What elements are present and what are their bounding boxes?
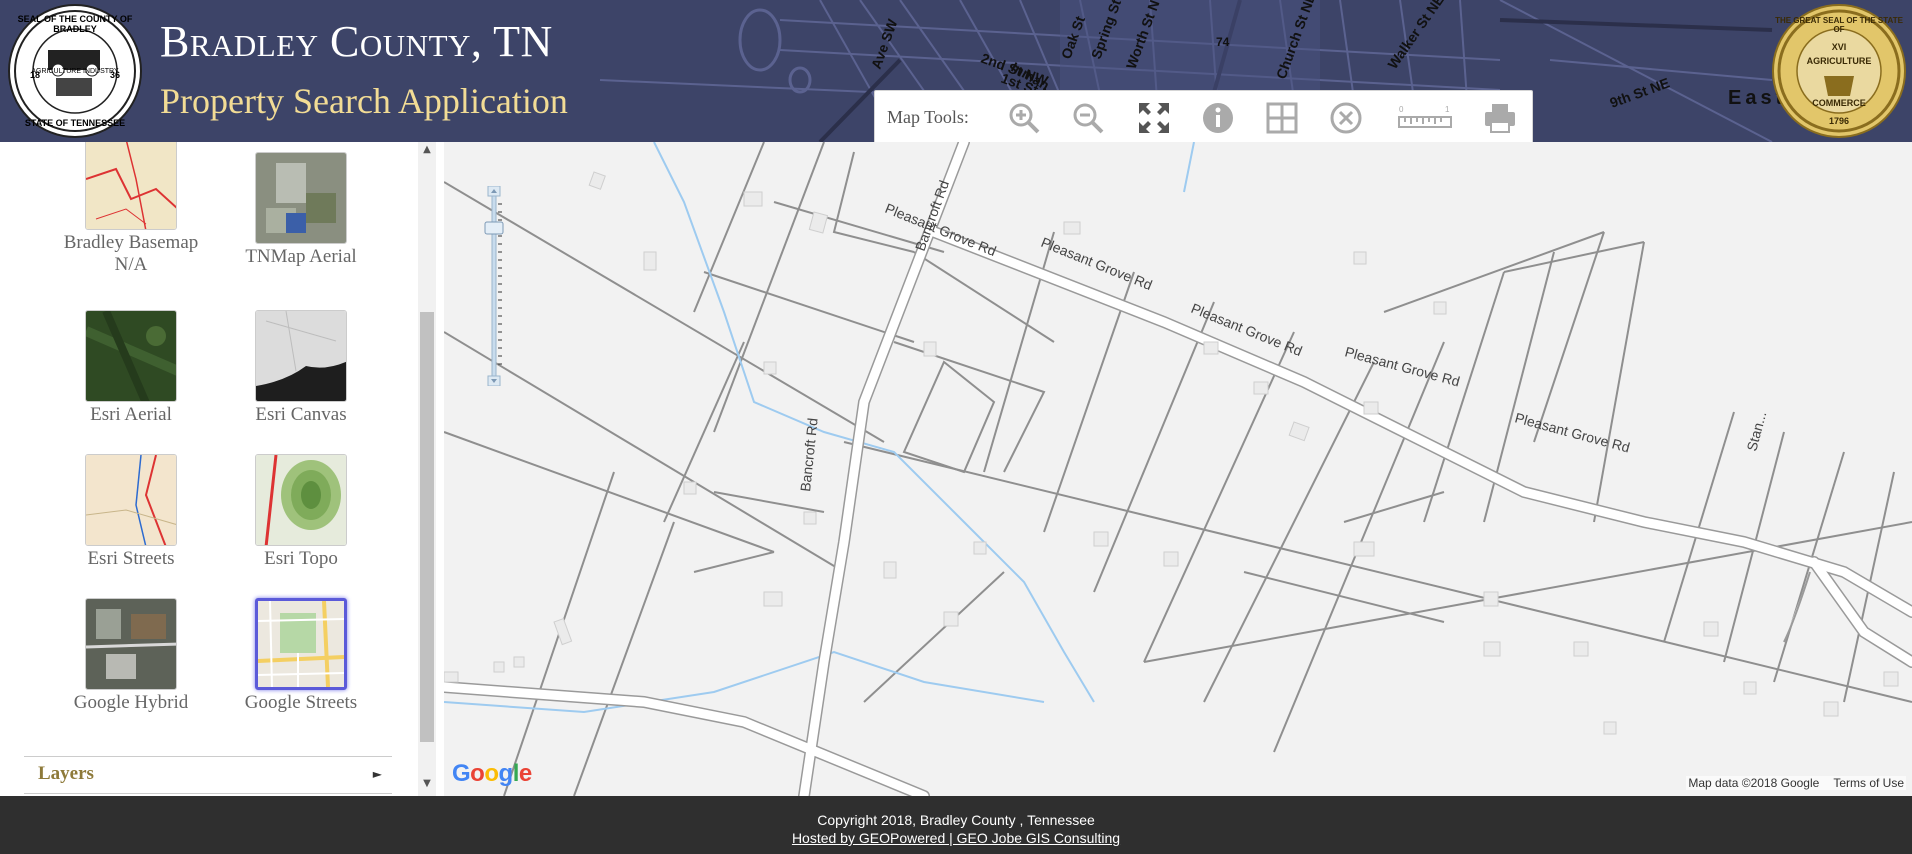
basemap-label: Bradley Basemap N/A xyxy=(63,232,199,275)
print-icon xyxy=(1485,104,1515,133)
seal-top-text: THE GREAT SEAL OF THE STATE OF xyxy=(1775,16,1903,34)
zoom-out-icon xyxy=(1073,103,1104,134)
app-header: 2nd St NW 1st St NW Oak St Spring St Wor… xyxy=(0,0,1912,142)
identify-icon xyxy=(1203,103,1233,133)
header-street-label: 9th St NE xyxy=(1608,74,1672,110)
layers-label: Layers xyxy=(38,763,94,784)
sidebar-scrollbar[interactable]: ▲ ▼ xyxy=(418,142,436,796)
basemap-panel: Bradley Basemap N/A TNMap Aerial Esri Ae… xyxy=(0,142,420,796)
map-data-credit: Map data ©2018 Google xyxy=(1688,776,1820,790)
basemap-label: Esri Streets xyxy=(87,548,175,569)
layers-panel-header[interactable]: Layers ► xyxy=(24,756,392,794)
scroll-down-arrow-icon[interactable]: ▼ xyxy=(418,778,436,792)
zoom-in-button[interactable] xyxy=(1007,101,1041,135)
basemap-esri-streets[interactable]: Esri Streets xyxy=(56,454,206,570)
basemap-label: Esri Topo xyxy=(264,548,338,569)
basemap-thumbnail xyxy=(85,310,177,402)
basemap-label: Google Streets xyxy=(244,692,358,713)
basemap-bradley[interactable]: Bradley Basemap N/A xyxy=(56,142,206,276)
basemap-thumbnail xyxy=(85,598,177,690)
basemap-thumbnail xyxy=(255,598,347,690)
basemap-thumbnail xyxy=(255,310,347,402)
copyright-text: Copyright 2018, Bradley County , Tenness… xyxy=(817,812,1095,828)
terms-of-use-link[interactable]: Terms of Use xyxy=(1833,776,1904,790)
state-seal-logo: THE GREAT SEAL OF THE STATE OF XVI AGRIC… xyxy=(1772,4,1906,138)
basemap-label: Esri Aerial xyxy=(90,404,172,425)
page-subtitle: Property Search Application xyxy=(160,81,568,121)
seal-bottom-text: STATE OF TENNESSEE xyxy=(24,118,126,128)
measure-icon: 01 xyxy=(1398,105,1452,128)
full-extent-button[interactable] xyxy=(1137,101,1171,135)
seal-center-text: AGRICULTURE xyxy=(1806,56,1872,66)
scroll-up-arrow-icon[interactable]: ▲ xyxy=(418,144,436,158)
road-label: Bancroft Rd xyxy=(797,417,821,492)
basemap-esri-aerial[interactable]: Esri Aerial xyxy=(56,310,206,426)
basemap-thumbnail xyxy=(255,152,347,244)
expand-arrow-icon: ► xyxy=(372,767,382,781)
full-extent-icon xyxy=(1139,103,1169,133)
measure-tick-0: 0 xyxy=(1399,105,1404,114)
basemap-thumbnail xyxy=(255,454,347,546)
page-title: Bradley County, TN xyxy=(160,17,553,66)
google-logo-letter: g xyxy=(498,760,514,787)
basemap-google-hybrid[interactable]: Google Hybrid xyxy=(56,598,206,714)
county-seal-logo: SEAL OF THE COUNTY OF BRADLEY AGRICULTUR… xyxy=(8,4,142,138)
basemap-thumbnail xyxy=(85,142,177,230)
identify-button[interactable] xyxy=(1201,101,1235,135)
hosted-by-link[interactable]: Hosted by GEOPowered | GEO Jobe GIS Cons… xyxy=(0,830,1912,846)
map-tools-label: Map Tools: xyxy=(887,107,969,127)
seal-year: 1796 xyxy=(1828,116,1850,126)
map-canvas[interactable]: Bancroft Rd Pleasant Grove Rd Pleasant G… xyxy=(444,142,1912,796)
google-logo-letter: e xyxy=(518,760,532,787)
scrollbar-thumb[interactable] xyxy=(420,312,434,742)
measure-button[interactable]: 01 xyxy=(1397,101,1453,135)
google-logo-letter: o xyxy=(470,760,485,787)
basemap-google-streets[interactable]: Google Streets xyxy=(226,598,376,714)
clear-icon xyxy=(1330,102,1362,134)
google-logo-letter: o xyxy=(484,760,499,787)
page-footer: Copyright 2018, Bradley County , Tenness… xyxy=(0,796,1912,854)
panel-divider xyxy=(436,142,444,796)
map-view[interactable]: Bancroft Rd Pleasant Grove Rd Pleasant G… xyxy=(444,142,1912,796)
basemap-label: TNMap Aerial xyxy=(245,246,357,267)
basemap-label: Esri Canvas xyxy=(255,404,347,425)
google-logo-letter: G xyxy=(452,760,471,787)
zoom-out-button[interactable] xyxy=(1071,101,1105,135)
basemap-esri-topo[interactable]: Esri Topo xyxy=(226,454,376,570)
select-parcel-button[interactable] xyxy=(1265,101,1299,135)
zoom-slider[interactable] xyxy=(484,186,504,386)
google-logo: Google xyxy=(452,760,532,788)
measure-tick-1: 1 xyxy=(1445,105,1450,114)
zoom-in-icon xyxy=(1009,103,1040,134)
header-street-label: Walker St NE xyxy=(1384,0,1447,72)
route-shield-label: 74 xyxy=(1216,35,1230,49)
print-button[interactable] xyxy=(1483,101,1517,135)
seal-numeral: XVI xyxy=(1831,42,1847,52)
zoom-slider-handle[interactable] xyxy=(484,221,504,235)
basemap-thumbnail xyxy=(85,454,177,546)
map-attribution: Map data ©2018 Google Terms of Use xyxy=(1686,776,1906,790)
seal-bottom-text: COMMERCE xyxy=(1812,98,1866,108)
seal-top-text: SEAL OF THE COUNTY OF BRADLEY xyxy=(17,14,133,34)
seal-year-right: 36 xyxy=(109,70,120,80)
map-tools-toolbar: Map Tools: 01 xyxy=(874,90,1533,142)
basemap-label: Google Hybrid xyxy=(73,692,189,713)
basemap-esri-canvas[interactable]: Esri Canvas xyxy=(226,310,376,426)
select-parcel-icon xyxy=(1266,102,1298,134)
basemap-tnmap-aerial[interactable]: TNMap Aerial xyxy=(226,152,376,268)
clear-button[interactable] xyxy=(1329,101,1363,135)
road-label: Stan... xyxy=(1743,410,1769,453)
road-label: Pleasant Grove Rd xyxy=(1343,343,1461,389)
